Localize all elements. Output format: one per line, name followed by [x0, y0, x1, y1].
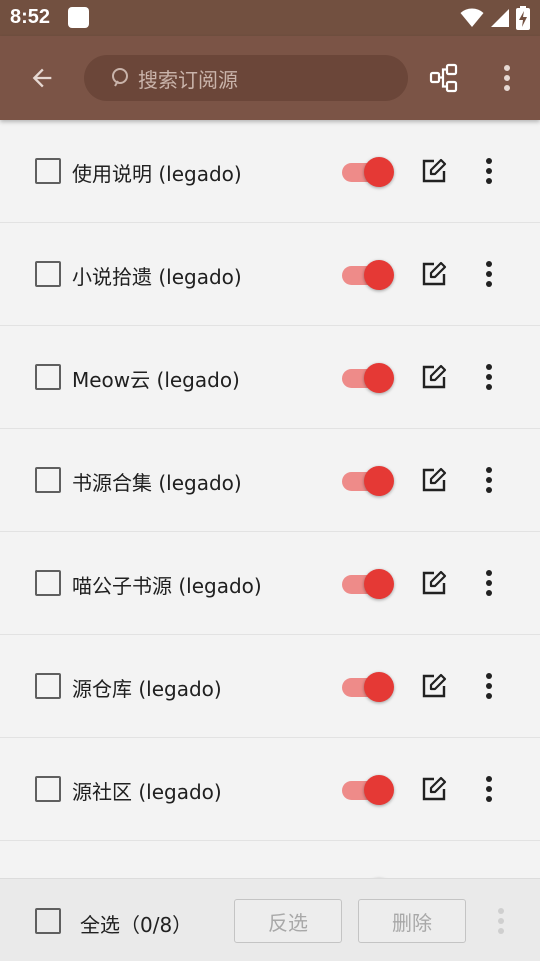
source-checkbox[interactable] — [35, 776, 61, 802]
switch-thumb — [364, 672, 394, 702]
signal-icon — [491, 9, 509, 27]
source-list: 使用说明 (legado) 小说拾遗 (legado) Meow云 (legad… — [0, 120, 540, 878]
edit-icon — [422, 570, 447, 595]
search-placeholder: 搜索订阅源 — [138, 67, 238, 92]
row-more-button[interactable] — [478, 672, 500, 700]
source-checkbox[interactable] — [35, 467, 61, 493]
source-checkbox[interactable] — [35, 673, 61, 699]
source-name: Meow云 (legado) — [72, 368, 240, 392]
row-more-button[interactable] — [478, 569, 500, 597]
row-more-button[interactable] — [478, 363, 500, 391]
row-more-button[interactable] — [478, 775, 500, 803]
edit-icon — [422, 158, 447, 183]
bottom-bar: 全选（0/8） 反选 删除 — [0, 878, 540, 961]
switch-thumb — [364, 775, 394, 805]
source-checkbox[interactable] — [35, 364, 61, 390]
source-row[interactable] — [0, 841, 540, 878]
enable-switch[interactable] — [342, 259, 396, 291]
search-icon — [112, 68, 128, 87]
enable-switch[interactable] — [342, 568, 396, 600]
source-name: 书源合集 (legado) — [72, 471, 242, 495]
source-row[interactable]: 使用说明 (legado) — [0, 120, 540, 223]
edit-button[interactable] — [420, 569, 448, 597]
edit-button[interactable] — [420, 363, 448, 391]
switch-thumb — [364, 260, 394, 290]
switch-thumb — [364, 363, 394, 393]
edit-icon — [422, 467, 447, 492]
edit-icon — [422, 364, 447, 389]
source-row[interactable]: 小说拾遗 (legado) — [0, 223, 540, 326]
more-vert-icon — [486, 570, 492, 596]
edit-button[interactable] — [420, 775, 448, 803]
source-row[interactable]: 源仓库 (legado) — [0, 635, 540, 738]
source-name: 源社区 (legado) — [72, 780, 222, 804]
status-time: 8:52 — [10, 6, 51, 28]
search-input[interactable]: 搜索订阅源 — [84, 55, 408, 101]
battery-charging-icon — [516, 6, 530, 30]
toolbar: 搜索订阅源 — [0, 36, 540, 120]
enable-switch[interactable] — [342, 156, 396, 188]
switch-thumb — [364, 466, 394, 496]
row-more-button[interactable] — [478, 466, 500, 494]
status-bar: 8:52 — [0, 0, 540, 36]
notification-square-icon — [68, 7, 89, 28]
edit-icon — [422, 673, 447, 698]
arrow-back-icon — [32, 68, 52, 88]
enable-switch[interactable] — [342, 465, 396, 497]
more-vert-icon — [486, 158, 492, 184]
group-button[interactable] — [426, 62, 462, 94]
source-name: 源仓库 (legado) — [72, 677, 222, 701]
back-button[interactable] — [24, 60, 60, 96]
edit-button[interactable] — [420, 466, 448, 494]
source-row[interactable]: Meow云 (legado) — [0, 326, 540, 429]
source-row[interactable]: 书源合集 (legado) — [0, 429, 540, 532]
more-vert-icon — [504, 65, 510, 91]
source-row[interactable]: 源社区 (legado) — [0, 738, 540, 841]
wifi-icon — [460, 8, 484, 27]
source-name: 喵公子书源 (legado) — [72, 574, 262, 598]
edit-button[interactable] — [420, 260, 448, 288]
edit-icon — [422, 776, 447, 801]
enable-switch[interactable] — [342, 362, 396, 394]
invert-selection-button[interactable]: 反选 — [234, 899, 342, 943]
enable-switch[interactable] — [342, 671, 396, 703]
edit-button[interactable] — [420, 672, 448, 700]
row-more-button[interactable] — [478, 260, 500, 288]
source-name: 小说拾遗 (legado) — [72, 265, 242, 289]
more-vert-icon — [486, 364, 492, 390]
enable-switch[interactable] — [342, 774, 396, 806]
switch-thumb — [364, 157, 394, 187]
bottom-more-button[interactable] — [490, 907, 512, 935]
more-vert-icon — [486, 261, 492, 287]
delete-button[interactable]: 删除 — [358, 899, 466, 943]
select-all-label[interactable]: 全选（0/8） — [80, 909, 192, 938]
more-vert-icon — [486, 467, 492, 493]
status-icons — [460, 6, 530, 30]
more-vert-icon — [498, 908, 504, 934]
row-more-button[interactable] — [478, 157, 500, 185]
source-row[interactable]: 喵公子书源 (legado) — [0, 532, 540, 635]
more-vert-icon — [486, 776, 492, 802]
source-checkbox[interactable] — [35, 158, 61, 184]
group-tree-icon — [429, 63, 458, 93]
switch-thumb — [364, 569, 394, 599]
more-vert-icon — [486, 673, 492, 699]
source-checkbox[interactable] — [35, 570, 61, 596]
source-name: 使用说明 (legado) — [72, 162, 242, 186]
toolbar-more-button[interactable] — [494, 62, 520, 94]
source-checkbox[interactable] — [35, 261, 61, 287]
select-all-checkbox[interactable] — [35, 908, 61, 934]
edit-icon — [422, 261, 447, 286]
edit-button[interactable] — [420, 157, 448, 185]
